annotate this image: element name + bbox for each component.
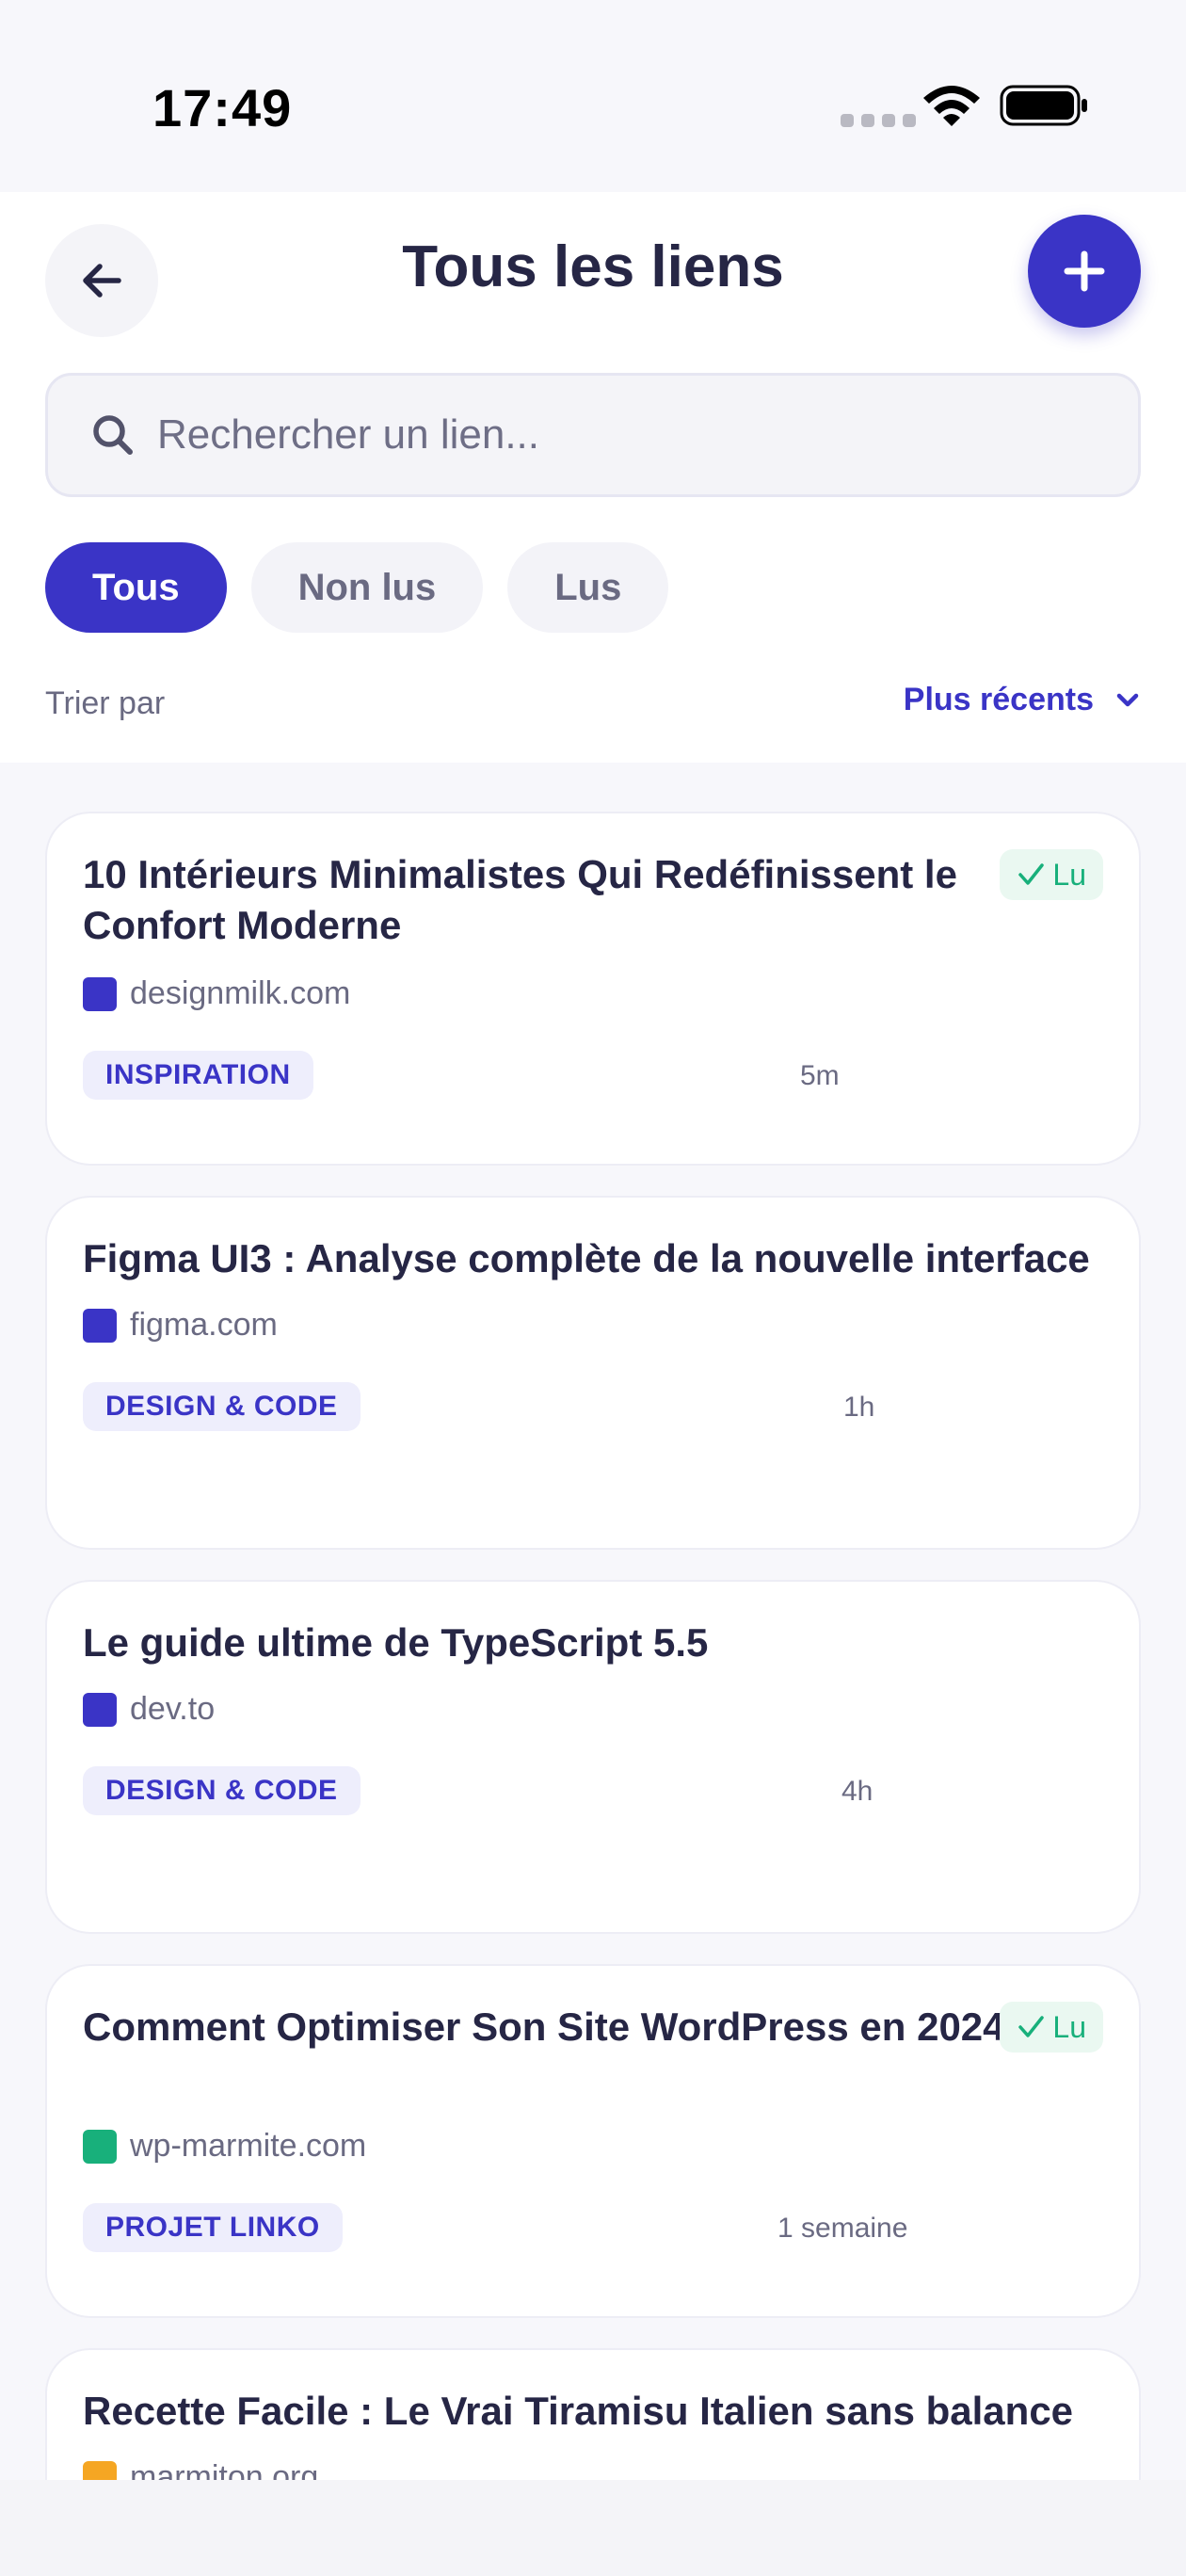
- collection-tag[interactable]: DESIGN & CODE: [83, 1766, 361, 1815]
- page-title: Tous les liens: [402, 234, 784, 299]
- status-bar: 17:49: [0, 0, 1186, 192]
- link-domain: designmilk.com: [130, 975, 351, 1011]
- link-card[interactable]: Comment Optimiser Son Site WordPress en …: [45, 1964, 1141, 2318]
- search-input[interactable]: [157, 411, 1080, 459]
- domain-row: designmilk.com: [83, 975, 350, 1012]
- chevron-down-icon: [1116, 693, 1139, 706]
- site-favicon-icon: [83, 2460, 117, 2480]
- read-badge: Lu: [1000, 2002, 1103, 2053]
- domain-row: figma.com: [83, 1307, 278, 1344]
- sort-dropdown[interactable]: Plus récents: [904, 682, 1141, 718]
- link-title: Comment Optimiser Son Site WordPress en …: [83, 2004, 1005, 2049]
- sort-label: Trier par: [45, 685, 166, 721]
- link-time: 1 semaine: [777, 2213, 908, 2244]
- link-domain: marmiton.org: [130, 2459, 319, 2480]
- add-link-button[interactable]: [1028, 215, 1141, 328]
- link-card[interactable]: Recette Facile : Le Vrai Tiramisu Italie…: [45, 2348, 1141, 2480]
- site-favicon-icon: [83, 1692, 117, 1727]
- check-icon: [1018, 863, 1045, 885]
- link-time: 4h: [841, 1776, 873, 1807]
- back-button[interactable]: [45, 224, 158, 337]
- link-domain: figma.com: [130, 1307, 278, 1343]
- link-time: 5m: [800, 1060, 840, 1091]
- search-icon: [93, 415, 133, 455]
- link-domain: dev.to: [130, 1691, 216, 1727]
- site-favicon-icon: [83, 2129, 117, 2164]
- link-title: 10 Intérieurs Minimalistes Qui Redéfinis…: [83, 852, 957, 947]
- link-card[interactable]: Figma UI3 : Analyse complète de la nouve…: [45, 1196, 1141, 1550]
- collection-tag[interactable]: INSPIRATION: [83, 1051, 313, 1100]
- domain-row: wp-marmite.com: [83, 2128, 366, 2165]
- link-title: Le guide ultime de TypeScript 5.5: [83, 1620, 709, 1665]
- link-domain: wp-marmite.com: [130, 2128, 367, 2164]
- link-title: Figma UI3 : Analyse complète de la nouve…: [83, 1236, 1090, 1280]
- status-time: 17:49: [152, 78, 293, 137]
- search-box[interactable]: [45, 373, 1141, 497]
- link-card[interactable]: 10 Intérieurs Minimalistes Qui Redéfinis…: [45, 812, 1141, 1166]
- collection-tag[interactable]: PROJET LINKO: [83, 2203, 343, 2252]
- domain-row: dev.to: [83, 1691, 215, 1728]
- battery-icon: [1000, 85, 1087, 126]
- domain-row: marmiton.org: [83, 2459, 318, 2480]
- header-panel: Tous les liens Tous Non lus Lus Trier pa…: [0, 192, 1186, 763]
- link-title: Recette Facile : Le Vrai Tiramisu Italie…: [83, 2389, 1074, 2433]
- filter-tab-all[interactable]: Tous: [45, 542, 227, 633]
- link-list: 10 Intérieurs Minimalistes Qui Redéfinis…: [0, 763, 1186, 2480]
- arrow-left-icon: [83, 264, 121, 298]
- filter-tab-unread[interactable]: Non lus: [250, 542, 484, 633]
- site-favicon-icon: [83, 1308, 117, 1343]
- collection-tag[interactable]: DESIGN & CODE: [83, 1382, 361, 1431]
- link-card[interactable]: Le guide ultime de TypeScript 5.5 dev.to…: [45, 1580, 1141, 1934]
- read-badge-label: Lu: [1052, 857, 1086, 892]
- site-favicon-icon: [83, 976, 117, 1011]
- filter-tab-read[interactable]: Lus: [507, 542, 669, 633]
- read-badge: Lu: [1000, 849, 1103, 900]
- cellular-signal-icon: [841, 114, 916, 127]
- bottom-safe-area: [0, 2480, 1186, 2576]
- plus-icon: [1064, 250, 1105, 292]
- wifi-icon: [923, 86, 980, 126]
- filter-tabs: Tous Non lus Lus: [45, 542, 669, 633]
- sort-value: Plus récents: [903, 682, 1094, 717]
- link-time: 1h: [843, 1392, 875, 1423]
- check-icon: [1018, 2016, 1045, 2037]
- read-badge-label: Lu: [1052, 2009, 1086, 2044]
